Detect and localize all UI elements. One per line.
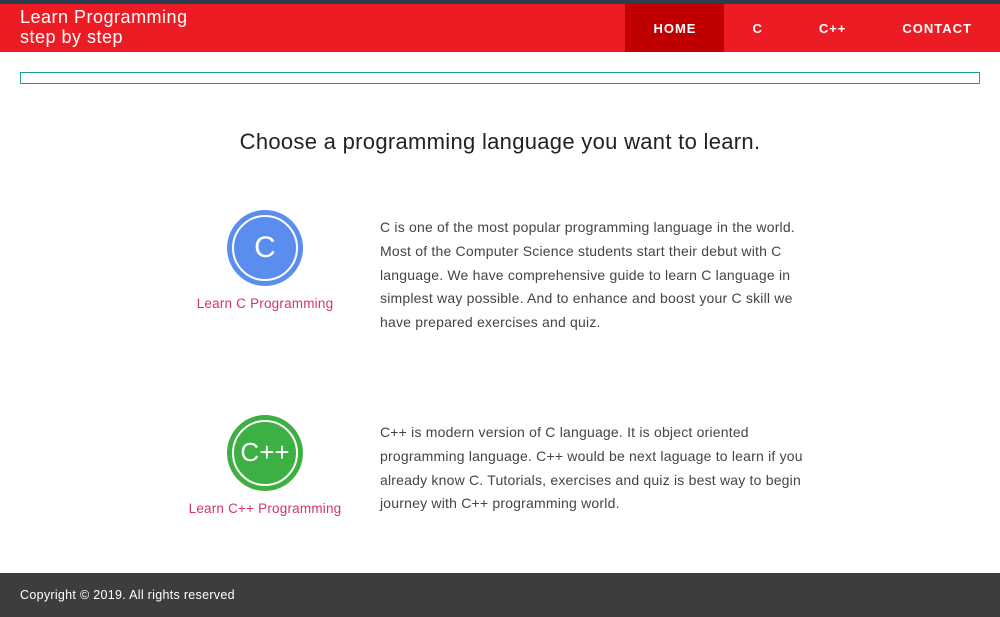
site-logo[interactable]: Learn Programming step by step [20, 8, 188, 48]
nav-home[interactable]: HOME [625, 4, 724, 52]
copyright-text: Copyright © 2019. All rights reserved [20, 588, 235, 602]
nav-contact[interactable]: CONTACT [874, 4, 1000, 52]
learn-cpp-link[interactable]: Learn C++ Programming [189, 501, 342, 516]
cpp-language-icon[interactable]: C++ [227, 415, 303, 491]
logo-line-2: step by step [20, 28, 188, 48]
header: Learn Programming step by step HOME C C+… [0, 4, 1000, 52]
c-language-icon[interactable]: C [227, 210, 303, 286]
cpp-icon-column: C++ Learn C++ Programming [180, 415, 350, 516]
language-row-c: C Learn C Programming C is one of the mo… [180, 210, 820, 335]
content-area: C Learn C Programming C is one of the mo… [0, 210, 1000, 516]
logo-line-1: Learn Programming [20, 8, 188, 28]
nav-cpp[interactable]: C++ [791, 4, 875, 52]
main-nav: HOME C C++ CONTACT [625, 4, 1000, 52]
hero-separator [20, 72, 980, 84]
nav-c[interactable]: C [724, 4, 790, 52]
footer: Copyright © 2019. All rights reserved [0, 573, 1000, 617]
cpp-description: C++ is modern version of C language. It … [380, 415, 820, 516]
language-row-cpp: C++ Learn C++ Programming C++ is modern … [180, 415, 820, 516]
learn-c-link[interactable]: Learn C Programming [197, 296, 334, 311]
c-icon-column: C Learn C Programming [180, 210, 350, 311]
c-description: C is one of the most popular programming… [380, 210, 820, 335]
cpp-icon-text: C++ [240, 437, 289, 468]
page-heading: Choose a programming language you want t… [0, 129, 1000, 155]
c-icon-text: C [254, 231, 276, 265]
